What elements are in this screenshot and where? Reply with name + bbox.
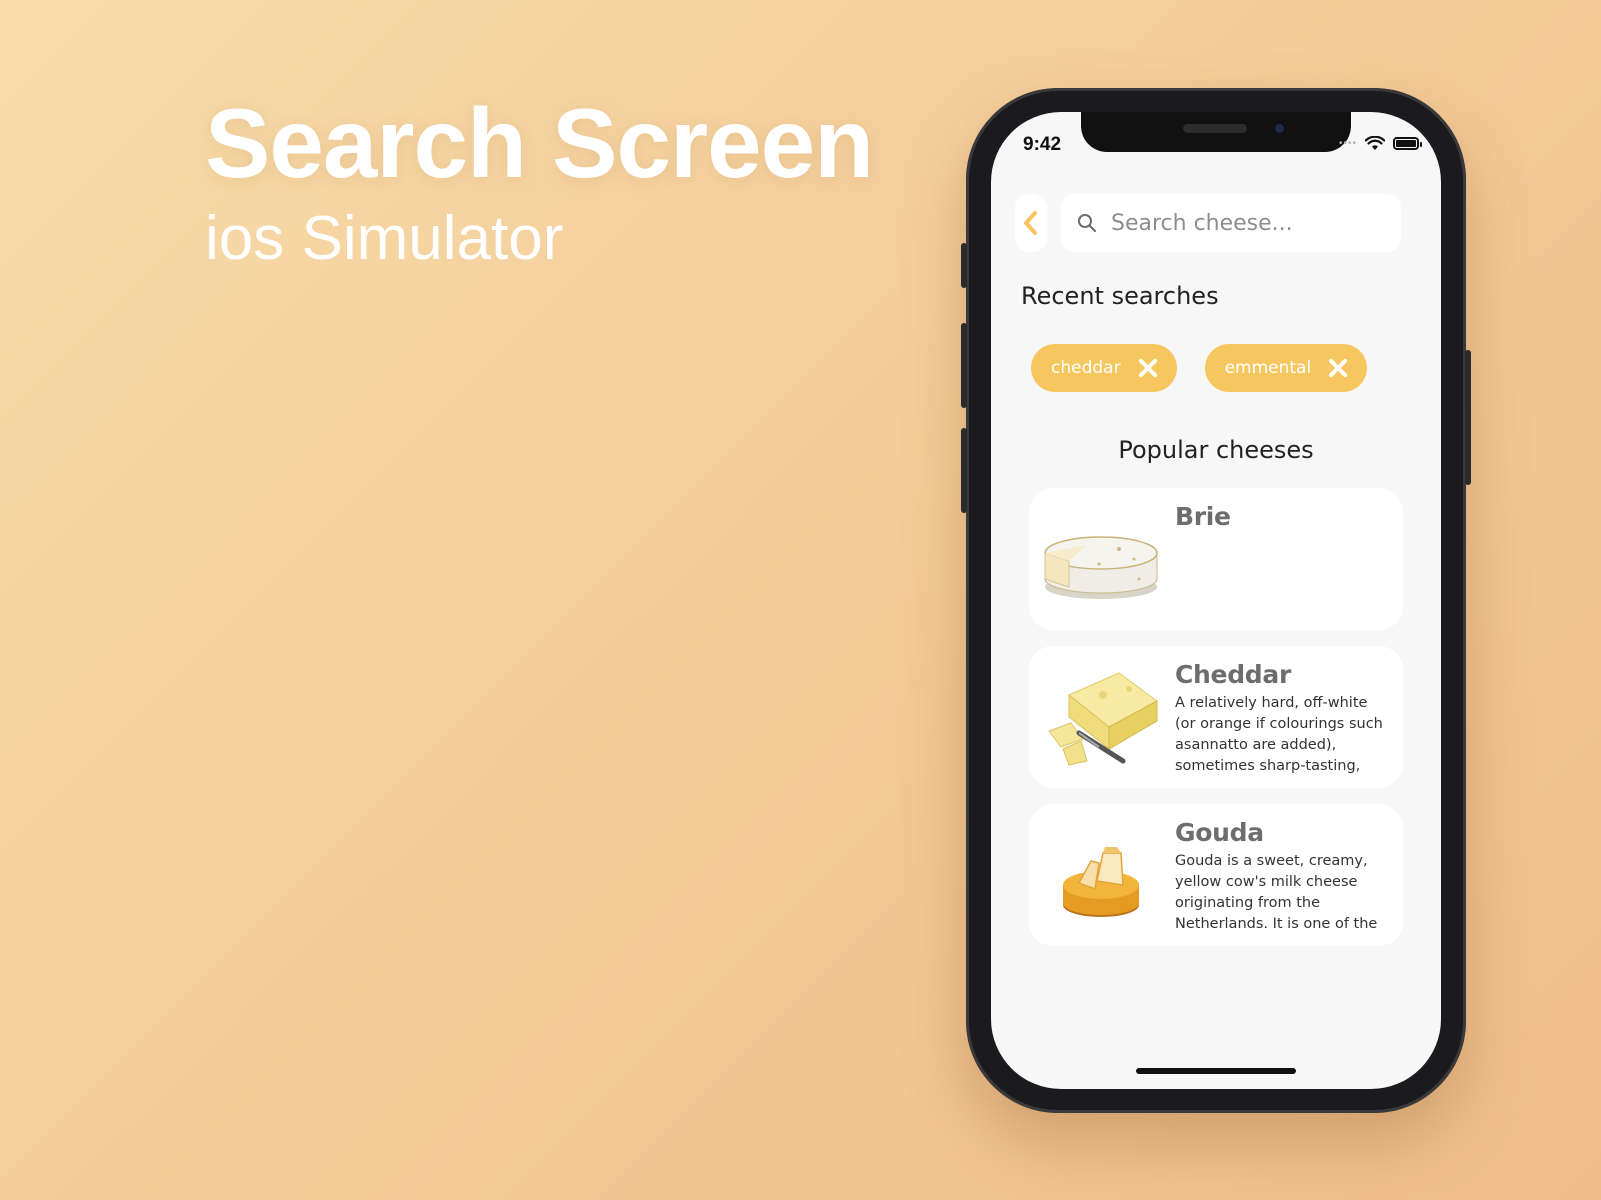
popular-cheeses-title: Popular cheeses bbox=[1118, 436, 1314, 464]
cheese-card-brie[interactable]: Brie bbox=[1029, 488, 1403, 630]
mute-switch bbox=[961, 243, 967, 288]
back-button[interactable] bbox=[1015, 194, 1047, 252]
top-bar bbox=[1015, 194, 1401, 252]
status-icons: •••• bbox=[1338, 136, 1422, 151]
cheese-list: Brie Cheddar A relatively hard, off-whit… bbox=[1029, 488, 1403, 946]
headline-subtitle: ios Simulator bbox=[205, 203, 564, 273]
recent-chips: cheddar emmental bbox=[1031, 344, 1368, 392]
search-box[interactable] bbox=[1061, 194, 1401, 252]
search-input[interactable] bbox=[1111, 210, 1385, 236]
recent-chip[interactable]: emmental bbox=[1204, 344, 1368, 392]
cheese-card-cheddar[interactable]: Cheddar A relatively hard, off-white (or… bbox=[1029, 646, 1403, 788]
status-time: 9:42 bbox=[1023, 134, 1062, 155]
signal-icon: •••• bbox=[1338, 138, 1357, 149]
chip-label: cheddar bbox=[1051, 358, 1121, 378]
close-icon[interactable] bbox=[1137, 357, 1159, 379]
gouda-image bbox=[1039, 816, 1163, 934]
cheese-name: Gouda bbox=[1175, 818, 1264, 847]
cheese-description: Gouda is a sweet, creamy, yellow cow's m… bbox=[1175, 853, 1378, 932]
cheese-card-gouda[interactable]: Gouda Gouda is a sweet, creamy, yellow c… bbox=[1029, 804, 1403, 946]
speaker-grille bbox=[1183, 124, 1247, 133]
cheese-name: Brie bbox=[1175, 502, 1231, 531]
cheese-description: A relatively hard, off-white (or orange … bbox=[1175, 695, 1383, 774]
recent-searches-title: Recent searches bbox=[1021, 282, 1219, 310]
search-icon bbox=[1078, 214, 1097, 233]
chevron-left-icon bbox=[1024, 211, 1037, 235]
front-camera bbox=[1271, 120, 1288, 137]
cheese-description bbox=[1175, 535, 1389, 618]
headline-title: Search Screen bbox=[205, 88, 874, 198]
headline: Search Screen ios Simulator bbox=[205, 88, 874, 273]
notch bbox=[1081, 112, 1351, 152]
battery-icon bbox=[1393, 137, 1422, 150]
recent-chip[interactable]: cheddar bbox=[1031, 344, 1177, 392]
cheese-name: Cheddar bbox=[1175, 660, 1291, 689]
cheddar-image bbox=[1039, 658, 1163, 776]
wifi-icon bbox=[1365, 136, 1385, 150]
volume-down-button bbox=[961, 428, 967, 513]
power-button bbox=[1465, 350, 1471, 485]
phone-frame: 9:42 •••• Rece bbox=[961, 88, 1471, 1113]
home-indicator[interactable] bbox=[1136, 1068, 1296, 1074]
brie-image bbox=[1039, 500, 1163, 618]
chip-label: emmental bbox=[1224, 358, 1312, 378]
volume-up-button bbox=[961, 323, 967, 408]
close-icon[interactable] bbox=[1327, 357, 1349, 379]
app-screen: 9:42 •••• Rece bbox=[991, 112, 1441, 1089]
